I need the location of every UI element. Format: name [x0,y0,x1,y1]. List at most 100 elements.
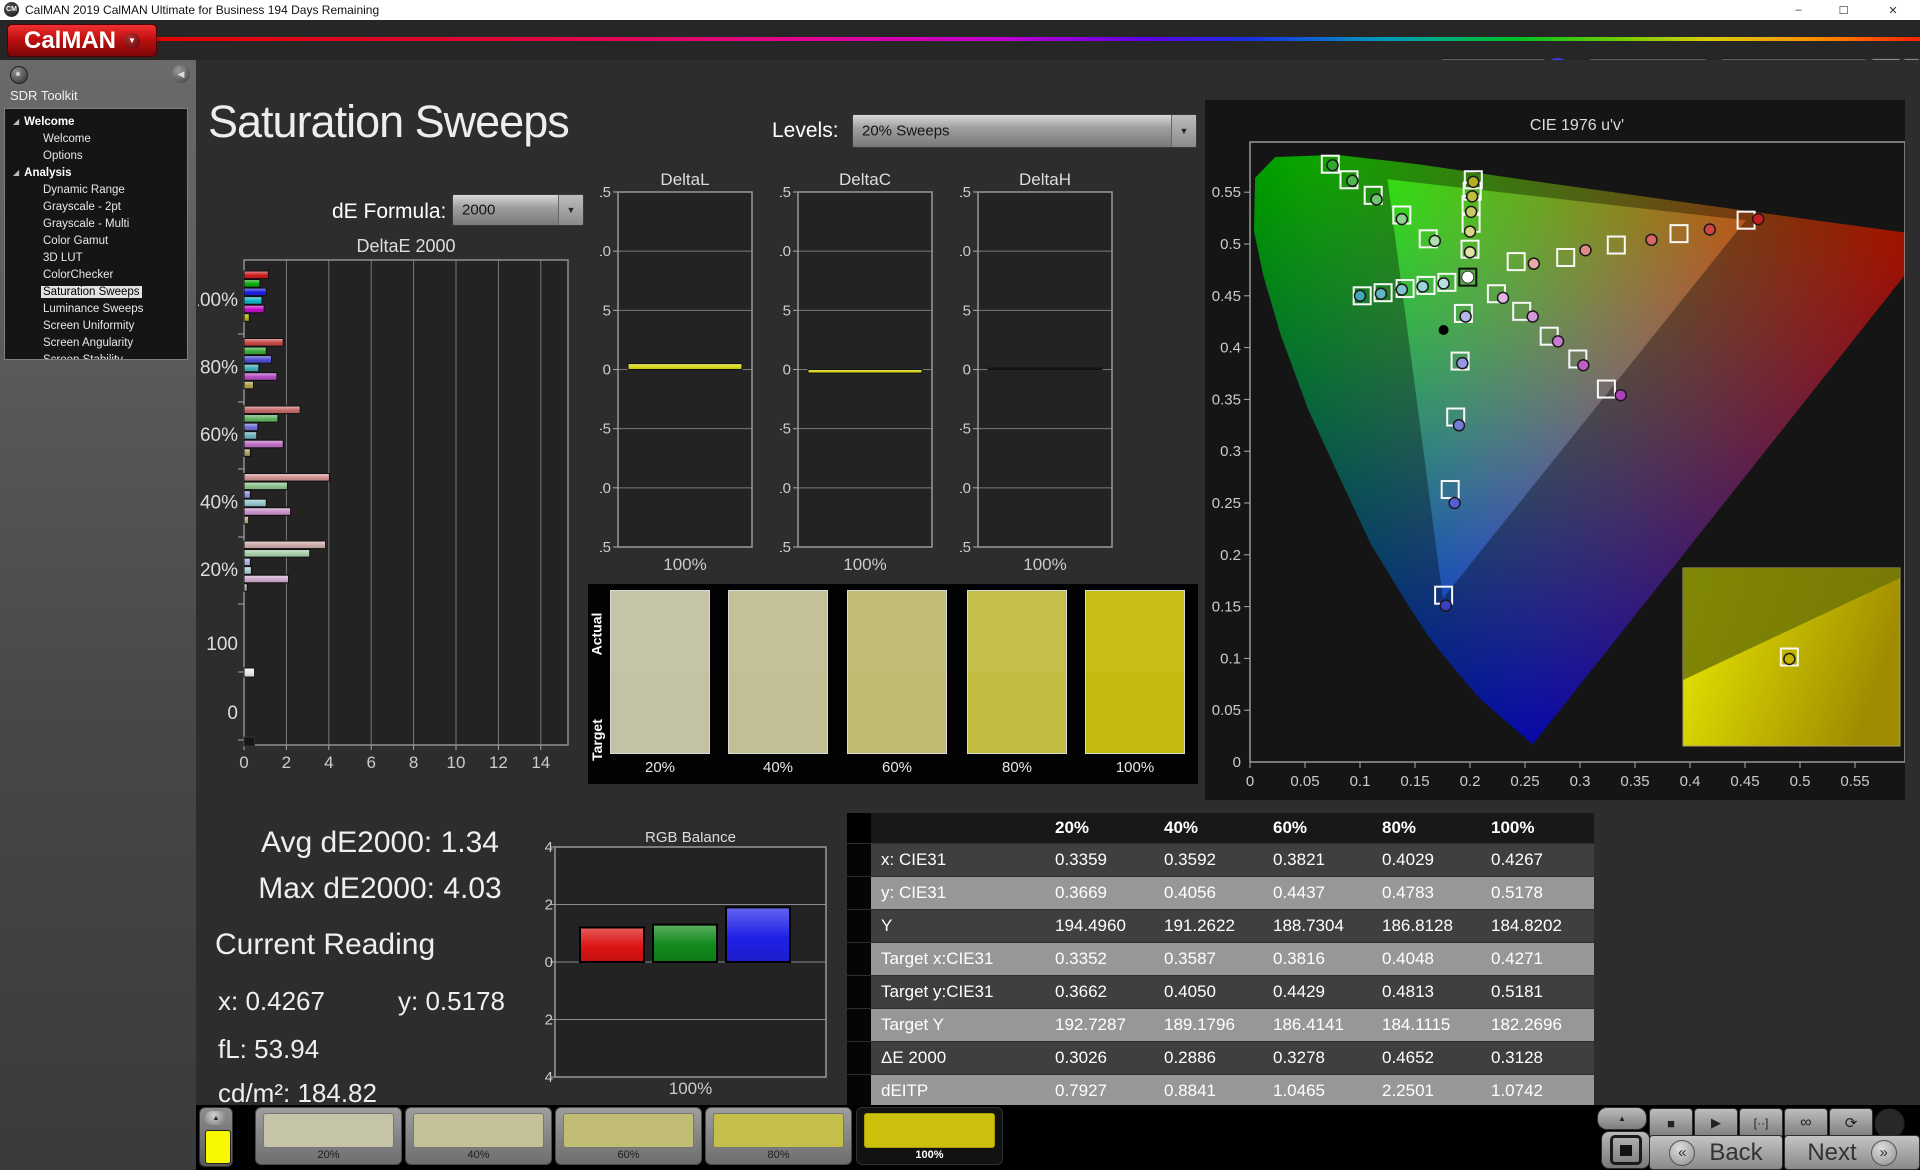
stop-icon: ■ [1667,1115,1675,1131]
infinity-icon: ∞ [1800,1114,1812,1131]
table-cell: 0.8841 [1164,1081,1216,1100]
card-swatch [413,1113,544,1148]
measured-marker [1526,310,1539,323]
measured-marker [1370,193,1383,206]
svg-text:2: 2 [282,753,291,772]
stop-button[interactable]: ■ [1649,1108,1693,1138]
next-button[interactable]: Next » [1784,1135,1920,1170]
sidebar: ◀ SDR Toolkit ◢ Welcome Welcome Options ◢ Ana… [0,60,196,1170]
de-formula-dropdown[interactable]: 2000 ▼ [452,194,584,226]
sweep-card-100%[interactable]: 100% [856,1107,1003,1165]
deltae-bar [243,540,327,550]
sidebar-item-grayscale-multi[interactable]: Grayscale - Multi [5,215,187,232]
workflow-title: SDR Toolkit [10,88,78,103]
deltae-bar [243,287,267,297]
actual-color [729,591,827,672]
table-header-row: 20% 40% 60% 80% 100% [847,813,1594,843]
svg-text:0.1: 0.1 [1220,650,1241,667]
actual-label: Actual [588,612,605,656]
column-header: 60% [1273,818,1308,837]
deltae-bar [243,515,250,525]
maximize-button[interactable]: ☐ [1821,0,1866,20]
deltae-bar [243,557,251,567]
table-cell: 0.3821 [1273,850,1325,869]
deltae-bar [243,380,255,390]
levels-dropdown[interactable]: 20% Sweeps ▼ [852,114,1197,148]
sidebar-item-3d-lut[interactable]: 3D LUT [5,249,187,266]
deltae-bar [243,490,251,499]
table-cell: 194.4960 [1055,916,1126,935]
refresh-button[interactable]: ⟳ [1829,1108,1873,1138]
sidebar-item-color-gamut[interactable]: Color Gamut [5,232,187,249]
table-cell: 0.4437 [1273,883,1325,902]
sidebar-item-luminance-sweeps[interactable]: Luminance Sweeps [5,300,187,317]
card-swatch [713,1113,844,1148]
sweep-card-80%[interactable]: 80% [705,1107,852,1165]
sidebar-item-screen-uniformity[interactable]: Screen Uniformity [5,317,187,334]
svg-text:-5: -5 [780,421,791,438]
calman-menu-button[interactable]: CalMAN ▼ [7,24,157,57]
row-label: Y [881,916,893,935]
table-cell: 0.3669 [1055,883,1107,902]
table-cell: 0.3587 [1164,949,1216,968]
svg-text:20%: 20% [200,560,238,581]
table-cell: 189.1796 [1164,1015,1235,1034]
rainbow-divider [157,37,1920,41]
sidebar-item-options[interactable]: Options [5,147,187,164]
measured-marker [1459,310,1472,323]
minimize-button[interactable]: – [1776,0,1821,20]
deltae-bar [243,422,259,432]
svg-text:0.45: 0.45 [1212,288,1241,305]
loop-button[interactable]: ∞ [1784,1108,1828,1138]
table-cell: 0.4048 [1382,949,1434,968]
svg-text:0.3: 0.3 [1570,773,1591,790]
sidebar-item-dynamic-range[interactable]: Dynamic Range [5,181,187,198]
levels-value: 20% Sweeps [862,122,950,140]
tree-group-welcome[interactable]: ◢ Welcome [5,113,187,130]
svg-text:CIE 1976 u'v': CIE 1976 u'v' [1530,117,1624,134]
sweep-card-20%[interactable]: 20% [255,1107,402,1165]
measured-marker [1551,335,1565,348]
step-button[interactable]: [··] [1739,1108,1783,1138]
close-button[interactable]: ✕ [1866,0,1920,20]
expand-controls-button[interactable]: ▲ [1597,1107,1647,1130]
sweep-card-60%[interactable]: 60% [555,1107,702,1165]
sweep-card-40%[interactable]: 40% [405,1107,552,1165]
sidebar-item-saturation-sweeps[interactable]: Saturation Sweeps [5,283,187,300]
deltae-bar [243,346,267,356]
table-row: Target y:CIE31 0.3662 0.4050 0.4429 0.4813 0.… [847,976,1594,1008]
svg-text:0.2: 0.2 [1220,547,1241,564]
swatch-label: 100% [1115,759,1155,776]
svg-text:0: 0 [545,954,553,971]
sidebar-item-welcome[interactable]: Welcome [5,130,187,147]
tree-group-analysis[interactable]: ◢ Analysis [5,164,187,181]
deltae-bar [243,270,269,280]
chevron-up-icon: ▲ [212,1114,220,1122]
measured-marker [1395,212,1409,226]
deltae-bar [243,372,278,381]
svg-text:-15: -15 [780,539,791,556]
svg-text:0.5: 0.5 [1790,773,1811,790]
workflow-options-button[interactable] [10,66,28,84]
sidebar-item-screen-stability[interactable]: Screen Stability [5,351,187,360]
table-cell: 0.4783 [1382,883,1434,902]
actual-color [1086,591,1184,672]
sidebar-item-colorchecker[interactable]: ColorChecker [5,266,187,283]
expand-strip-button[interactable]: ▲ [205,1111,227,1125]
current-pattern-swatch[interactable] [205,1130,231,1164]
table-cell: 186.4141 [1273,1015,1344,1034]
back-button[interactable]: « Back [1649,1135,1783,1170]
svg-text:0.5: 0.5 [1220,236,1241,253]
play-button[interactable]: ▶ [1694,1108,1738,1138]
swatch-label: 80% [1001,759,1033,776]
deltae-bar [243,296,263,305]
stop-measure-button[interactable] [1601,1131,1650,1169]
measured-marker [1463,225,1477,238]
sidebar-item-screen-angularity[interactable]: Screen Angularity [5,334,187,351]
table-cell: 192.7287 [1055,1015,1126,1034]
table-cell: 0.4267 [1491,850,1543,869]
collapse-sidebar-button[interactable]: ◀ [172,65,190,83]
sidebar-item-grayscale-2pt[interactable]: Grayscale - 2pt [5,198,187,215]
calman-logo-text: CalMAN [23,26,116,54]
svg-text:0.3: 0.3 [1220,443,1241,460]
